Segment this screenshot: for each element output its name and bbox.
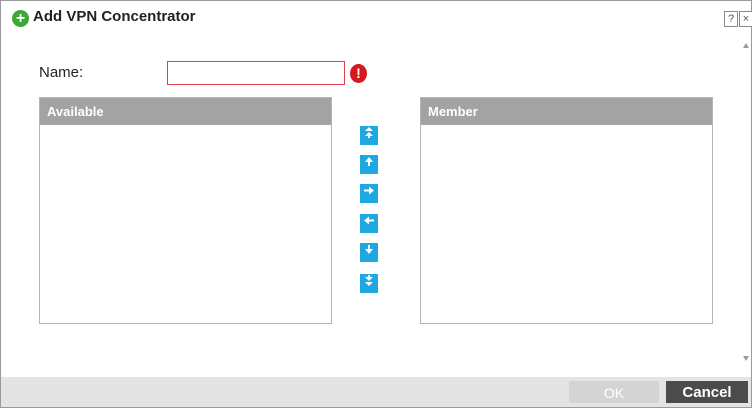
available-list-header: Available xyxy=(40,98,331,125)
double-arrow-up-icon xyxy=(365,127,373,138)
arrow-right-icon xyxy=(364,186,374,195)
remove-from-member-button[interactable] xyxy=(360,214,378,233)
move-all-down-button[interactable] xyxy=(360,274,378,293)
help-button[interactable]: ? xyxy=(724,11,738,27)
arrow-left-icon xyxy=(364,216,374,225)
arrow-up-icon xyxy=(365,157,373,166)
scroll-up-icon[interactable] xyxy=(743,43,749,48)
member-list: Member xyxy=(420,97,713,324)
move-all-up-button[interactable] xyxy=(360,126,378,145)
add-vpn-concentrator-dialog: + Add VPN Concentrator ? × Name: ! Avail… xyxy=(0,0,752,408)
add-to-member-button[interactable] xyxy=(360,184,378,203)
arrow-down-icon xyxy=(365,245,373,254)
close-button[interactable]: × xyxy=(739,11,752,27)
scroll-down-icon[interactable] xyxy=(743,356,749,361)
member-list-body[interactable] xyxy=(421,125,712,323)
name-input[interactable] xyxy=(167,61,345,85)
dialog-titlebar: + Add VPN Concentrator ? × xyxy=(1,1,752,27)
dialog-title: Add VPN Concentrator xyxy=(33,8,196,25)
move-up-button[interactable] xyxy=(360,155,378,174)
name-label: Name: xyxy=(39,64,84,81)
available-list-body[interactable] xyxy=(40,125,331,323)
ok-button[interactable]: OK xyxy=(569,381,659,403)
member-list-header: Member xyxy=(421,98,712,125)
dialog-footer: OK Cancel xyxy=(1,377,751,407)
dialog-scrollbar[interactable] xyxy=(742,31,751,371)
double-arrow-down-icon xyxy=(365,275,373,286)
available-list: Available xyxy=(39,97,332,324)
cancel-button[interactable]: Cancel xyxy=(666,381,748,403)
error-icon: ! xyxy=(350,64,367,83)
move-down-button[interactable] xyxy=(360,243,378,262)
add-circle-icon: + xyxy=(12,10,29,27)
